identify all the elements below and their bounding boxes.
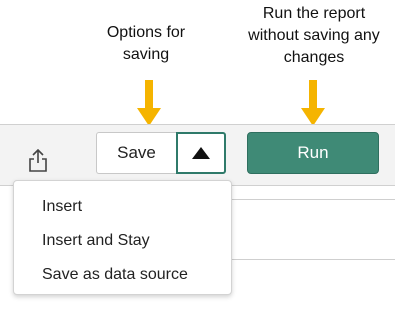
- save-options-annotation: Options for saving: [106, 24, 186, 63]
- save-options-menu: Insert Insert and Stay Save as data sour…: [13, 180, 232, 295]
- annotation-arrow-down-icon: [301, 80, 325, 126]
- caret-up-icon: [192, 147, 210, 159]
- divider: [232, 259, 395, 260]
- save-button-group: Save: [96, 132, 226, 174]
- menu-item-insert-and-stay[interactable]: Insert and Stay: [14, 224, 231, 258]
- annotation-arrow-down-icon: [137, 80, 161, 126]
- menu-item-insert[interactable]: Insert: [14, 190, 231, 224]
- run-button[interactable]: Run: [247, 132, 379, 174]
- save-button[interactable]: Save: [96, 132, 176, 174]
- menu-item-save-as-data-source[interactable]: Save as data source: [14, 258, 231, 292]
- share-export-icon[interactable]: [27, 149, 49, 173]
- save-options-button[interactable]: [176, 132, 226, 174]
- run-report-annotation: Run the report without saving any change…: [248, 5, 380, 66]
- screenshot-canvas: Options for saving Run the report withou…: [0, 0, 395, 325]
- divider: [232, 199, 395, 200]
